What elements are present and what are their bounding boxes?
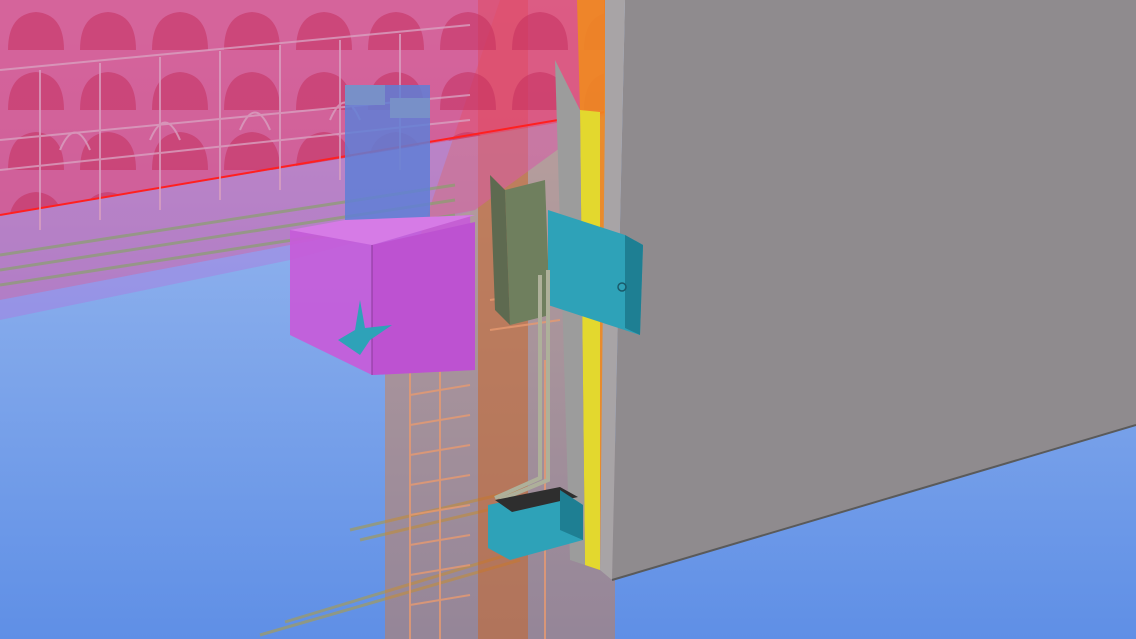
- model-scene: [0, 0, 1136, 639]
- bearing-pad: [345, 85, 430, 225]
- 3d-model-viewport[interactable]: [0, 0, 1136, 639]
